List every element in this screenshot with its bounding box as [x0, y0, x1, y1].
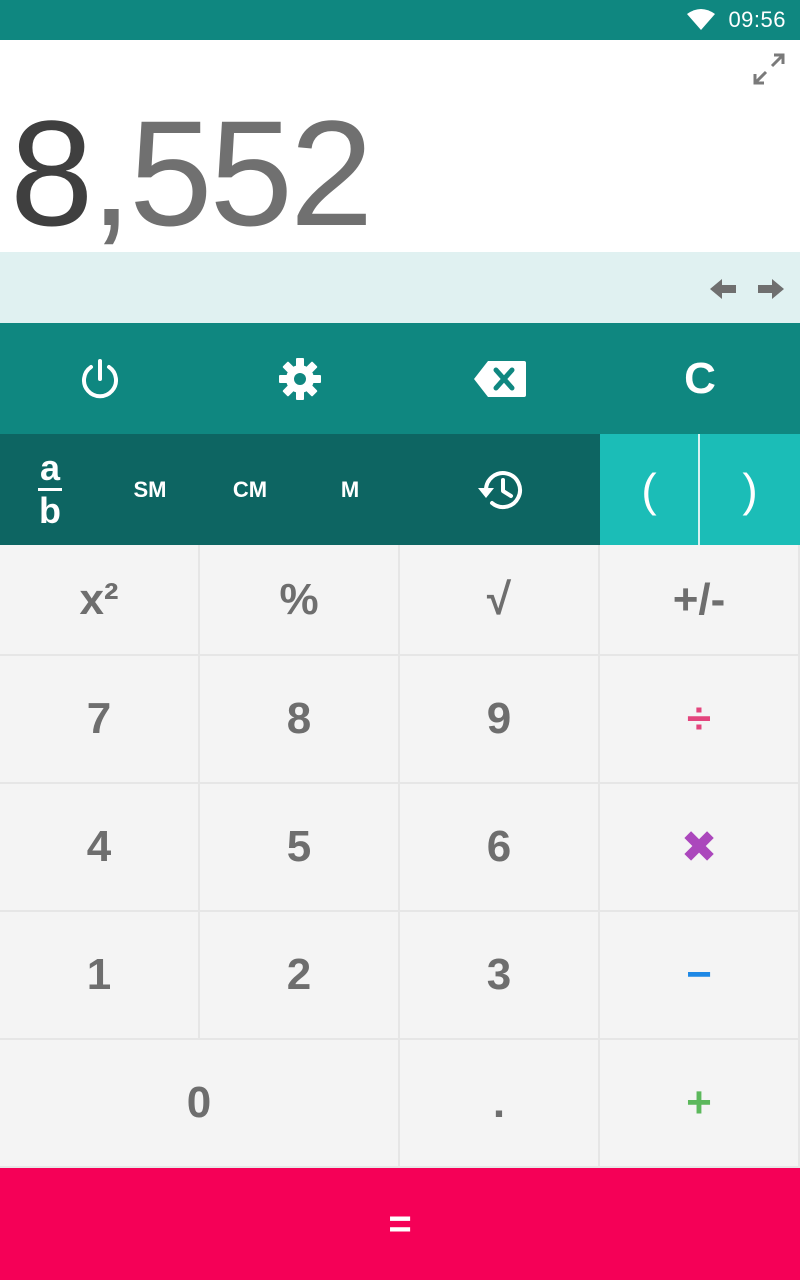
square-key[interactable]: x²: [0, 545, 200, 656]
equals-button[interactable]: =: [0, 1168, 800, 1280]
negate-key[interactable]: +/-: [600, 545, 800, 656]
arrow-right-icon[interactable]: [756, 276, 786, 302]
settings-icon: [279, 357, 321, 400]
function-row: C: [0, 323, 800, 434]
percent-key[interactable]: %: [200, 545, 400, 656]
clear-button[interactable]: C: [600, 323, 800, 434]
key-6[interactable]: 6: [400, 784, 600, 912]
power-button[interactable]: [0, 323, 200, 434]
open-paren-button[interactable]: (: [600, 434, 700, 545]
expression-strip: [0, 252, 800, 323]
key-0[interactable]: 0: [0, 1040, 400, 1168]
history-icon: [478, 470, 522, 509]
wifi-icon: [687, 9, 716, 30]
key-7[interactable]: 7: [0, 656, 200, 784]
power-icon: [82, 358, 118, 398]
add-key[interactable]: +: [600, 1040, 800, 1168]
keypad: x² % √ +/- 7 8 9 ÷ 4 5 6 ✖ 1 2 3 − 0 . +: [0, 545, 800, 1168]
fraction-button[interactable]: a b: [0, 434, 100, 545]
decimal-key[interactable]: .: [400, 1040, 600, 1168]
memory-clear-button[interactable]: CM: [200, 434, 300, 545]
memory-recall-button[interactable]: M: [300, 434, 400, 545]
fraction-bottom: b: [39, 490, 61, 531]
key-8[interactable]: 8: [200, 656, 400, 784]
status-bar: 09:56: [0, 0, 800, 40]
expand-icon[interactable]: [752, 52, 786, 86]
memory-group: a b SM CM M: [0, 434, 600, 545]
backspace-button[interactable]: [400, 323, 600, 434]
sqrt-key[interactable]: √: [400, 545, 600, 656]
divide-key[interactable]: ÷: [600, 656, 800, 784]
arrow-left-icon[interactable]: [708, 276, 738, 302]
memory-row: a b SM CM M ( ): [0, 434, 800, 545]
display-value-first: 8: [10, 89, 93, 257]
key-9[interactable]: 9: [400, 656, 600, 784]
status-time: 09:56: [728, 7, 786, 32]
display-value: 8,552: [10, 98, 373, 248]
key-3[interactable]: 3: [400, 912, 600, 1040]
history-button[interactable]: [400, 434, 600, 545]
display-value-rest: ,552: [90, 89, 373, 257]
backspace-icon: [474, 360, 526, 397]
close-paren-button[interactable]: ): [700, 434, 800, 545]
multiply-key[interactable]: ✖: [600, 784, 800, 912]
fraction-icon: a b: [38, 450, 62, 529]
display-area: 8,552: [0, 40, 800, 252]
fraction-top: a: [39, 447, 61, 488]
memory-save-button[interactable]: SM: [100, 434, 200, 545]
key-1[interactable]: 1: [0, 912, 200, 1040]
settings-button[interactable]: [200, 323, 400, 434]
key-5[interactable]: 5: [200, 784, 400, 912]
key-2[interactable]: 2: [200, 912, 400, 1040]
subtract-key[interactable]: −: [600, 912, 800, 1040]
parentheses-group: ( ): [600, 434, 800, 545]
key-4[interactable]: 4: [0, 784, 200, 912]
